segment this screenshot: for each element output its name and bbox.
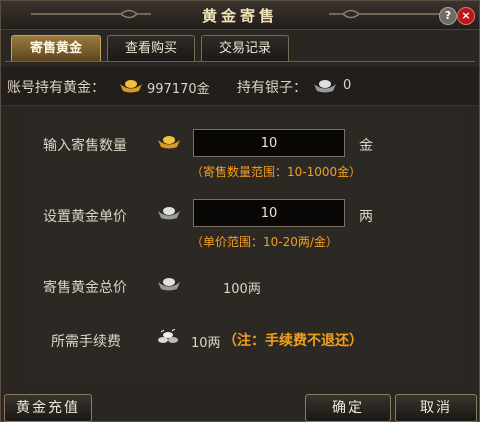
- unit-price-input[interactable]: [193, 199, 345, 227]
- price-unit: 两: [359, 209, 373, 225]
- help-button[interactable]: ?: [439, 7, 457, 25]
- account-silver-value: 0: [343, 78, 352, 93]
- account-gold-value: 997170金: [147, 82, 210, 97]
- account-silver-label: 持有银子：: [237, 80, 307, 96]
- quantity-input[interactable]: [193, 129, 345, 157]
- close-button[interactable]: ×: [457, 7, 475, 25]
- tab-underline: [5, 61, 475, 62]
- fee-non-refundable-note: （注：手续费不退还）: [223, 333, 363, 349]
- cancel-button[interactable]: 取消: [395, 394, 477, 422]
- tab-sell-gold[interactable]: 寄售黄金: [11, 35, 101, 61]
- account-info-bar: 账号持有黄金： 997170金 持有银子： 0: [1, 67, 479, 106]
- quantity-unit: 金: [359, 138, 373, 154]
- title-bar[interactable]: 黄金寄售 ? ×: [1, 1, 479, 30]
- fee-label: 所需手续费: [51, 334, 121, 350]
- tab-view-purchase[interactable]: 查看购买: [107, 35, 195, 61]
- price-label: 设置黄金单价: [43, 209, 127, 225]
- fee-value: 10两: [191, 336, 221, 351]
- tab-trade-records[interactable]: 交易记录: [201, 35, 289, 61]
- silver-ingot-icon: [158, 207, 180, 220]
- quantity-range-hint: （寄售数量范围：10-1000金）: [191, 165, 362, 179]
- silver-ingot-icon: [314, 80, 336, 93]
- gold-ingot-icon: [120, 80, 142, 93]
- gold-ingot-icon: [158, 136, 180, 149]
- confirm-button[interactable]: 确定: [305, 394, 391, 422]
- silver-pile-icon: [158, 329, 178, 343]
- price-range-hint: （单价范围：10-20两/金）: [191, 235, 338, 249]
- account-gold-label: 账号持有黄金：: [7, 80, 105, 96]
- gold-consignment-window: 黄金寄售 ? × 寄售黄金 查看购买 交易记录 账号持有黄金： 997170金 …: [0, 0, 480, 422]
- total-price-label: 寄售黄金总价: [43, 280, 127, 296]
- total-price-value: 100两: [223, 282, 261, 297]
- title-ornament-right-icon: [329, 9, 449, 19]
- recharge-gold-button[interactable]: 黄金充值: [4, 394, 92, 422]
- quantity-label: 输入寄售数量: [43, 138, 127, 154]
- silver-ingot-icon: [158, 278, 180, 291]
